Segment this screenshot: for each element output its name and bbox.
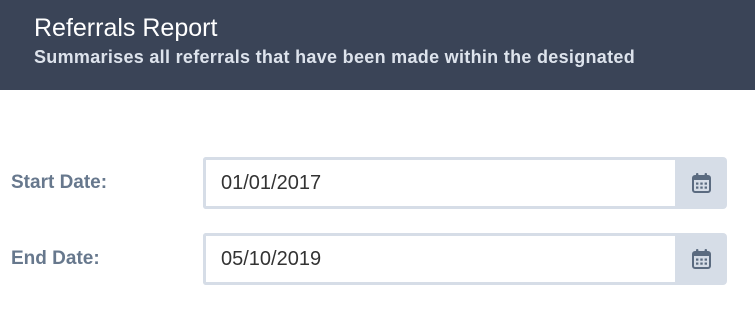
report-header: Referrals Report Summarises all referral… [0, 0, 755, 90]
page-subtitle: Summarises all referrals that have been … [34, 47, 635, 67]
calendar-icon [691, 249, 711, 269]
start-date-picker [203, 157, 727, 209]
start-date-input[interactable] [203, 157, 675, 209]
start-date-calendar-button[interactable] [675, 157, 727, 209]
end-date-label: End Date: [11, 248, 100, 269]
calendar-icon [691, 173, 711, 193]
end-date-input[interactable] [203, 233, 675, 285]
start-date-row: Start Date: [0, 157, 755, 209]
end-date-picker [203, 233, 727, 285]
page-title: Referrals Report [34, 14, 218, 42]
start-date-label: Start Date: [11, 172, 108, 193]
end-date-calendar-button[interactable] [675, 233, 727, 285]
end-date-row: End Date: [0, 233, 755, 285]
